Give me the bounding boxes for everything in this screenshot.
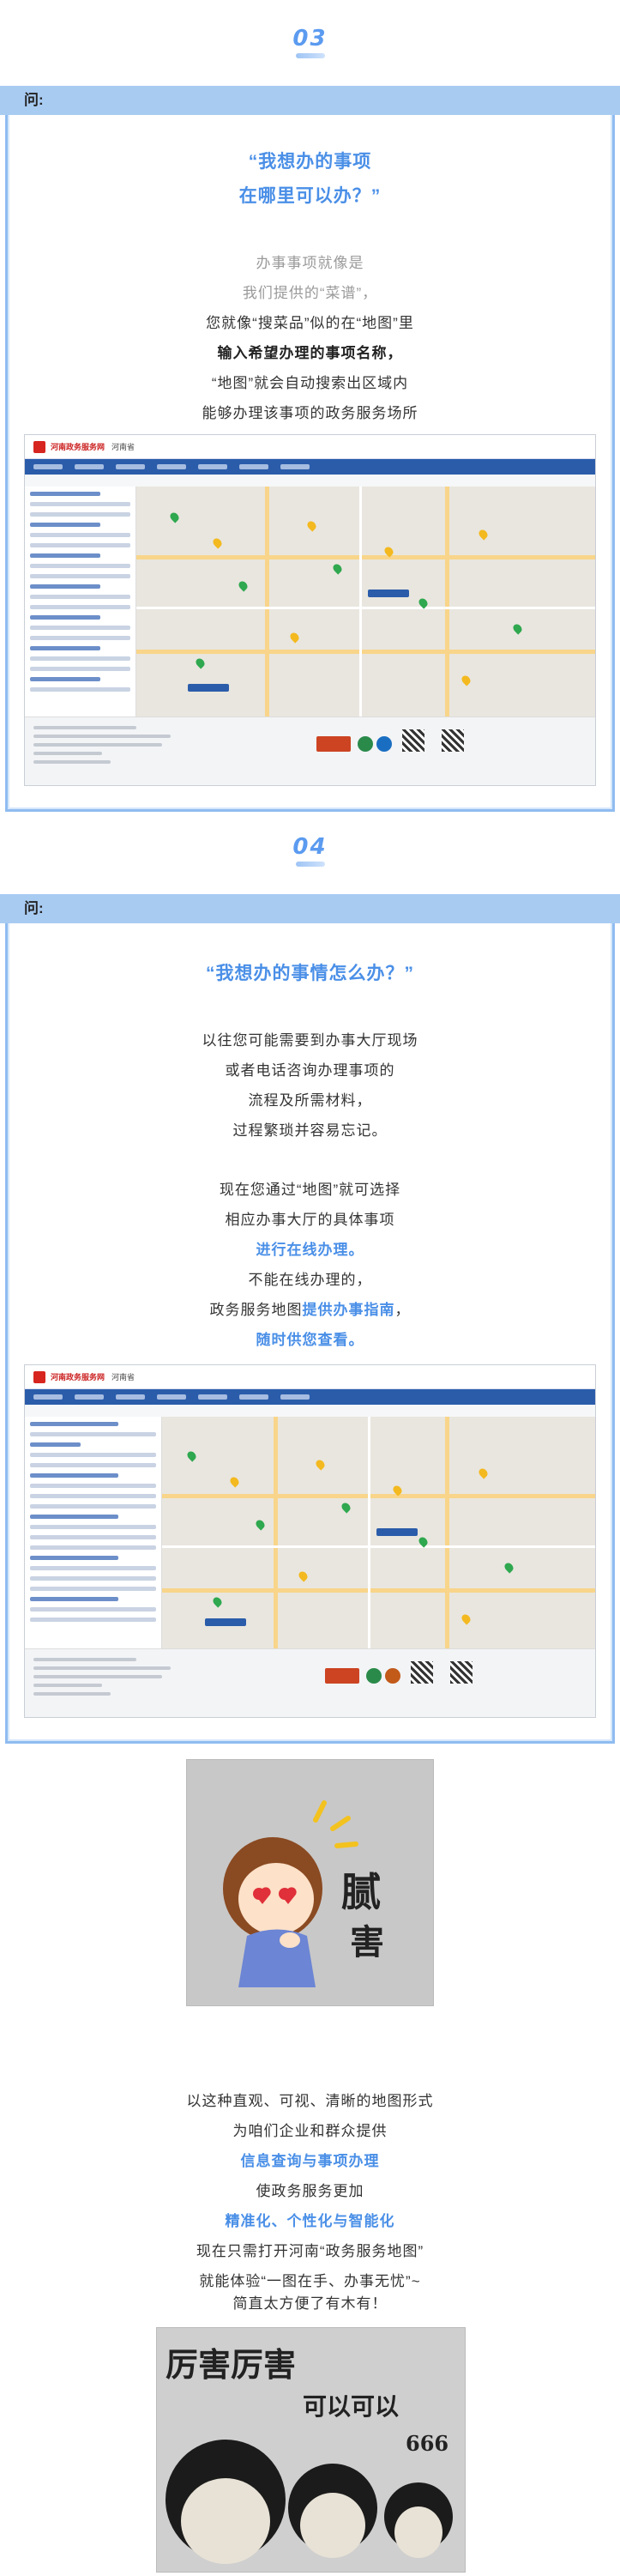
cartoon-sticker-image: 腻 害 [186,1759,434,2006]
section-number-badge: 04 [0,834,620,867]
screenshot-footer [25,717,595,785]
answer-title: “我想办的事情怎么办？” [206,964,414,983]
meme-faces-icon [166,2440,453,2564]
site-logo-icon [33,1370,45,1383]
answer-text-line: 相应办事大厅的具体事项 [225,1212,395,1228]
question-bar: 问: [0,86,620,115]
closing-text-line: 为咱们企业和群众提供 [232,2123,388,2139]
closing-text-line: 使政务服务更加 [256,2183,364,2199]
answer-text-line: 输入希望办理的事项名称， [217,345,403,361]
map-area [162,1417,595,1650]
section-number: 03 [292,26,328,51]
sticker-text: 腻 [341,1869,381,1915]
answer-highlight-line: 随时供您查看。 [256,1332,364,1348]
site-name: 河南政务服务网 [51,1373,105,1382]
screenshot-nav [25,1389,595,1405]
closing-text-line: 现在只需打开河南“政务服务地图” [196,2243,424,2259]
sticker-text: 害 [350,1922,384,1962]
section-number-badge: 03 [0,26,620,58]
screenshot-header: 河南政务服务网 河南省 [25,1365,595,1389]
question-label: 问: [24,92,44,108]
answer-text-line: 您就像“搜菜品”似的在“地图”里 [206,315,414,331]
question-bar: 问: [0,894,620,923]
site-logo-icon [33,440,45,453]
answer-title-line2: 在哪里可以办？” [238,186,382,206]
answer-title-line1: “我想办的事项 [248,152,372,172]
closing-text-line: 以这种直观、可视、清晰的地图形式 [186,2093,434,2109]
question-label: 问: [24,900,44,916]
number-underline [295,53,325,58]
answer-text-line: 办事事项就像是 [256,255,364,271]
answer-text-line-mixed: 政务服务地图提供办事指南， [0,1297,620,1319]
answer-text-line: 我们提供的“菜谱”， [242,285,378,301]
answer-highlight-line: 进行在线办理。 [256,1242,364,1258]
region-name: 河南省 [111,443,135,451]
answer-text-line: 不能在线办理的， [248,1272,372,1288]
number-underline [295,862,325,867]
region-name: 河南省 [111,1373,135,1382]
map-area [136,487,595,718]
map-screenshot: 河南政务服务网 河南省 [24,1364,596,1718]
closing-text-line: 就能体验“一图在手、办事无忧”~ [199,2273,421,2289]
site-name: 河南政务服务网 [51,443,105,451]
answer-text-line: 或者电话咨询办理事项的 [225,1062,395,1079]
screenshot-footer [25,1648,595,1717]
answer-text-line: 以往您可能需要到办事大厅现场 [202,1032,418,1049]
closing-highlight-line: 信息查询与事项办理 [240,2153,380,2169]
text-suffix: ， [394,1302,411,1318]
screenshot-header: 河南政务服务网 河南省 [25,435,595,459]
answer-text-line: 能够办理该事项的政务服务场所 [202,405,418,421]
result-list [25,487,136,718]
section-number: 04 [292,834,328,860]
closing-exclaim-line: 简直太方便了有木有！ [232,2295,388,2312]
answer-text-line: 过程繁琐并容易忘记。 [232,1122,388,1139]
cartoon-girl-icon [223,1800,358,1987]
answer-text-line: 现在您通过“地图”就可选择 [219,1182,401,1198]
closing-highlight-line: 精准化、个性化与智能化 [225,2213,395,2229]
text-prefix: 政务服务地图 [209,1302,303,1318]
text-highlight: 提供办事指南 [302,1302,395,1318]
result-list [25,1417,162,1650]
meme-image: 厉害厉害 可以可以 666 [156,2327,466,2573]
answer-text-line: 流程及所需材料， [248,1092,372,1109]
map-screenshot: 河南政务服务网 河南省 [24,434,596,786]
screenshot-nav [25,459,595,475]
answer-text-line: “地图”就会自动搜索出区域内 [211,375,409,391]
